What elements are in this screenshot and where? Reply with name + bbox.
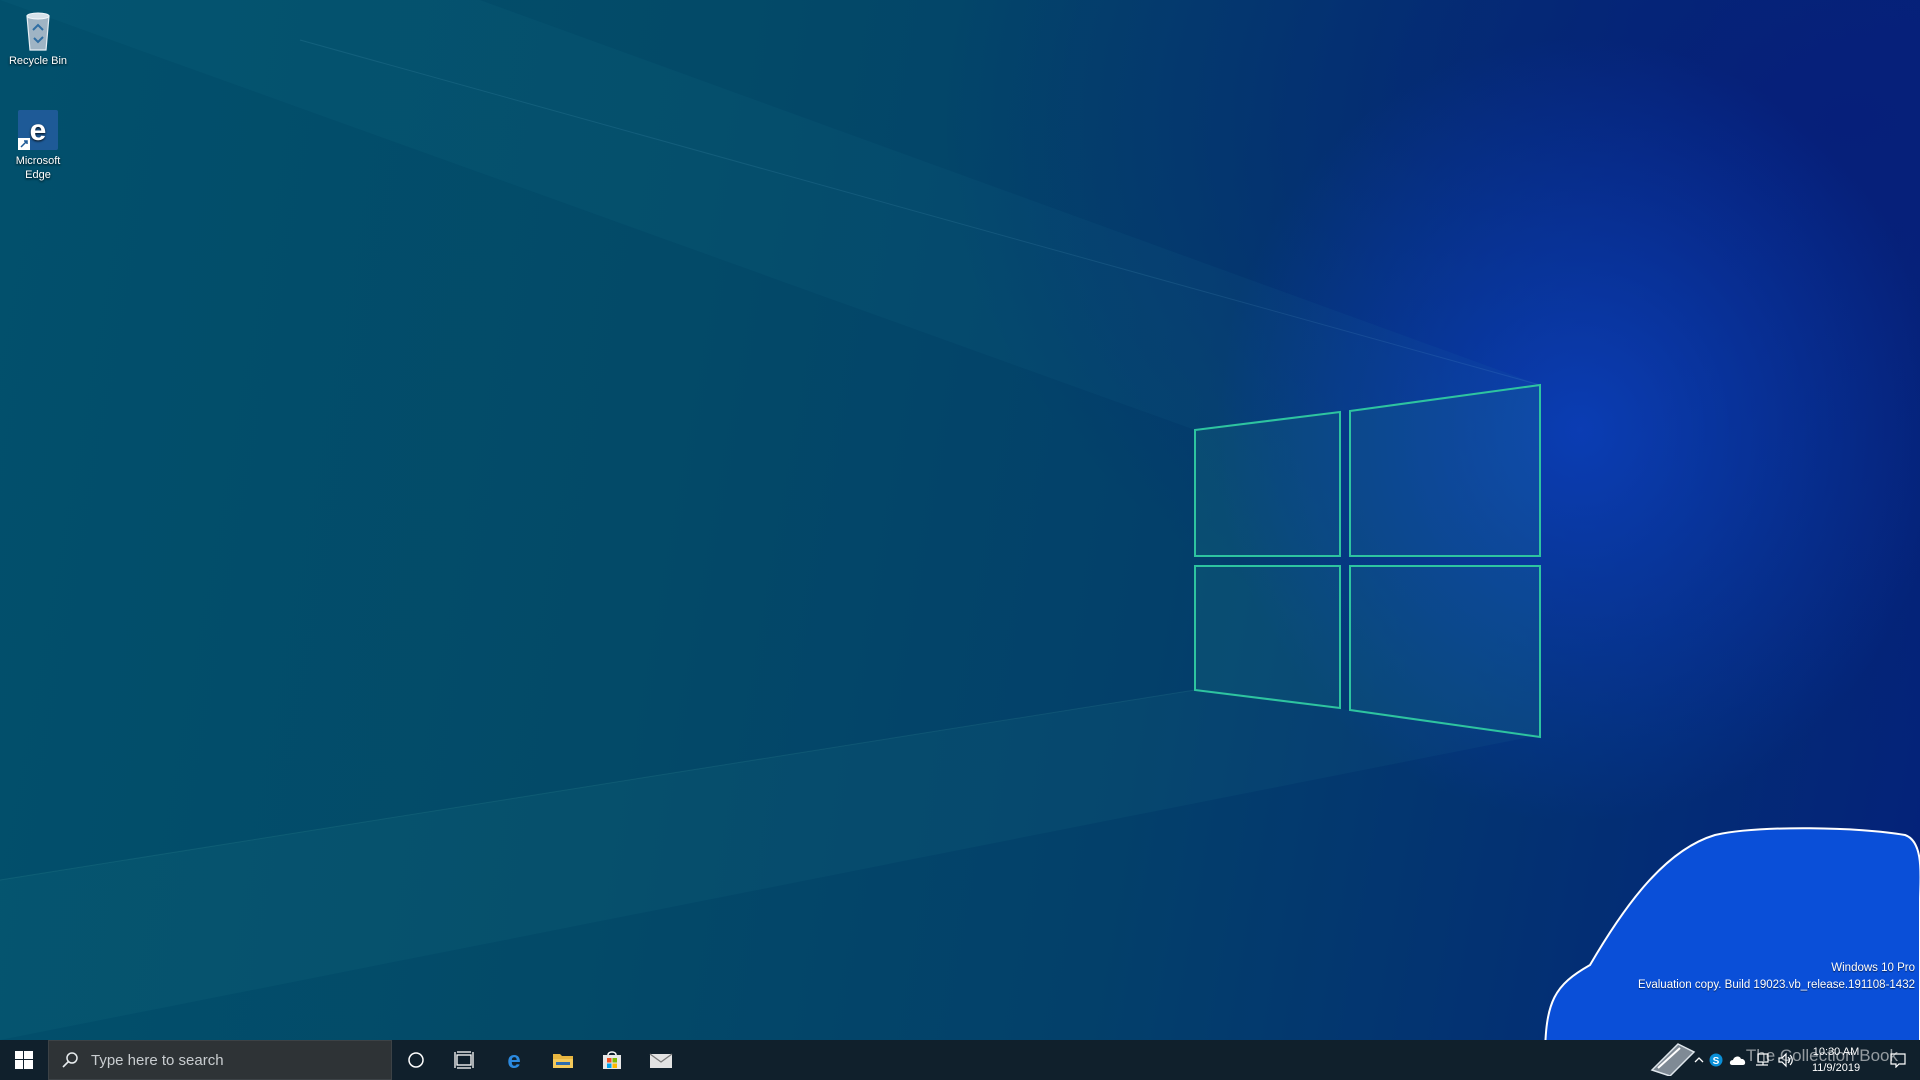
desktop[interactable]: Recycle Bin e Microsoft Edge Windows 10 … <box>0 0 1920 1040</box>
taskbar-file-explorer-button[interactable] <box>539 1040 587 1080</box>
edge-icon: e <box>16 108 60 152</box>
edition-text: Windows 10 Pro <box>1831 962 1915 974</box>
search-icon <box>62 1052 78 1068</box>
network-icon <box>1756 1053 1769 1066</box>
store-icon <box>603 1051 621 1069</box>
search-input[interactable] <box>89 1050 363 1070</box>
file-explorer-icon <box>553 1054 573 1068</box>
volume-icon <box>1778 1052 1793 1068</box>
search-box[interactable] <box>48 1040 392 1080</box>
skype-icon: S <box>1709 1053 1723 1067</box>
action-center-icon <box>1890 1053 1906 1068</box>
build-text: Evaluation copy. Build 19023.vb_release.… <box>1637 979 1915 991</box>
taskbar-store-button[interactable] <box>588 1040 636 1080</box>
network-tray-button[interactable] <box>1750 1040 1774 1080</box>
desktop-icon-recycle-bin[interactable]: Recycle Bin <box>2 8 74 68</box>
windows-watermark: Windows 10 Pro Evaluation copy. Build 19… <box>1638 960 1915 994</box>
clock-time: 10:30 AM <box>1812 1046 1860 1058</box>
recycle-bin-icon <box>16 8 60 52</box>
show-hidden-icons-button[interactable] <box>1692 1040 1706 1080</box>
svg-text:e: e <box>30 114 47 147</box>
skype-tray-button[interactable]: S <box>1706 1040 1726 1080</box>
wallpaper <box>0 0 1920 1040</box>
action-center-button[interactable] <box>1882 1040 1914 1080</box>
taskbar-edge-button[interactable]: e <box>490 1040 538 1080</box>
task-view-icon <box>454 1051 474 1069</box>
edge-icon: e <box>507 1048 520 1072</box>
windows-start-icon <box>15 1051 33 1069</box>
onedrive-tray-button[interactable] <box>1726 1040 1750 1080</box>
clock-button[interactable]: 10:30 AM 11/9/2019 <box>1800 1040 1872 1080</box>
windows-logo <box>1194 383 1541 739</box>
system-tray: The Collection Book S 10:30 AM 11/9/2019 <box>1620 1040 1920 1080</box>
clock: 10:30 AM 11/9/2019 <box>1812 1044 1860 1076</box>
task-view-button[interactable] <box>440 1040 488 1080</box>
taskbar: e The Collection Book <box>0 1040 1920 1080</box>
start-button[interactable] <box>0 1040 48 1080</box>
onedrive-icon <box>1729 1056 1746 1065</box>
volume-tray-button[interactable] <box>1774 1040 1798 1080</box>
clock-date: 11/9/2019 <box>1811 1062 1861 1074</box>
mail-icon <box>649 1053 673 1068</box>
desktop-icon-label: Microsoft Edge <box>15 155 61 181</box>
svg-text:e: e <box>507 1048 520 1072</box>
taskbar-mail-button[interactable] <box>637 1040 685 1080</box>
desktop-icon-microsoft-edge[interactable]: e Microsoft Edge <box>2 108 74 182</box>
desktop-icon-label: Recycle Bin <box>8 55 68 67</box>
show-hidden-chevron-icon <box>1694 1057 1704 1063</box>
cortana-button[interactable] <box>392 1040 440 1080</box>
svg-text:S: S <box>1713 1056 1720 1067</box>
cortana-circle-icon <box>408 1052 424 1068</box>
brand-book-icon <box>1650 1043 1696 1076</box>
highlight-blob <box>1544 827 1920 1040</box>
